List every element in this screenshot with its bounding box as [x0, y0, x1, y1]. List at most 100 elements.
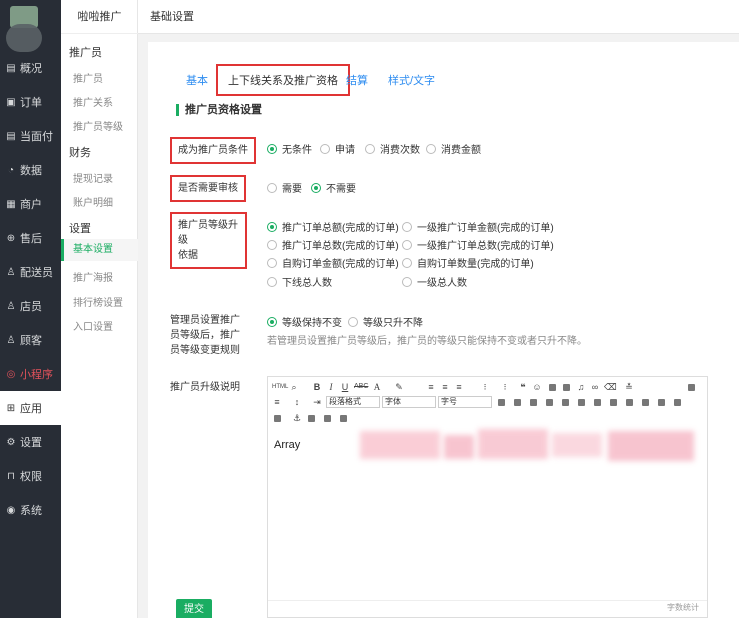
- radio-upgrade-order-total[interactable]: 推广订单总额(完成的订单): [267, 219, 399, 234]
- apps-icon: ⊞: [6, 402, 16, 414]
- ordered-list-icon[interactable]: ⁝: [480, 382, 490, 392]
- align-center-icon[interactable]: ≡: [440, 382, 450, 392]
- sidebar-item-order[interactable]: ▣ 订单: [0, 85, 61, 119]
- subnav-item-entry[interactable]: 入口设置: [73, 318, 113, 333]
- radio-upgrade-l1-order-amount[interactable]: 一级推广订单金额(完成的订单): [402, 219, 554, 234]
- sidebar-item-aftersale[interactable]: ⊕ 售后: [0, 221, 61, 255]
- subnav-item-promoters[interactable]: 推广员: [73, 70, 103, 85]
- radio-level-keep[interactable]: 等级保持不变: [267, 314, 342, 329]
- description-label: 推广员升级说明: [170, 382, 240, 393]
- quote-icon[interactable]: ❝: [518, 382, 528, 392]
- courier-icon: ♙: [6, 266, 16, 278]
- tab-basic[interactable]: 基本: [186, 72, 208, 88]
- plugin-title: 啦啦推广: [61, 0, 138, 34]
- radio-upgrade-self-count[interactable]: 自购订单数量(完成的订单): [402, 255, 534, 270]
- preview-icon[interactable]: ⌕: [289, 382, 299, 392]
- insert-col-icon[interactable]: [530, 399, 537, 406]
- media-icon[interactable]: [563, 384, 570, 391]
- radio-upgrade-order-count[interactable]: 推广订单总数(完成的订单): [267, 237, 399, 252]
- emoji-icon[interactable]: ☺: [532, 382, 542, 392]
- template-icon[interactable]: [308, 415, 315, 422]
- subnav-item-leaderboard[interactable]: 排行榜设置: [73, 294, 123, 309]
- radio-upgrade-l1-total[interactable]: 一级总人数: [402, 274, 467, 289]
- row-spacing-icon[interactable]: ↕: [292, 397, 302, 407]
- subnav-item-levels[interactable]: 推广员等级: [73, 118, 123, 133]
- sidebar-item-data[interactable]: ◔ 数据: [0, 153, 61, 187]
- tab-style-text[interactable]: 样式/文字: [388, 72, 435, 88]
- rich-text-editor[interactable]: HTML ⌕ B I U ABC A ✎ ≡ ≡ ≡ ⁝ ⁝ ❝ ☺ ♫ ∞ ⌫: [267, 376, 708, 618]
- unordered-list-icon[interactable]: ⁝: [500, 382, 510, 392]
- tab-settlement[interactable]: 结算: [346, 72, 368, 88]
- insert-row-icon[interactable]: [514, 399, 521, 406]
- merge-down-icon[interactable]: [626, 399, 633, 406]
- subnav-item-withdrawals[interactable]: 提现记录: [73, 170, 113, 185]
- bold-icon[interactable]: B: [312, 382, 322, 392]
- merge-cells-icon[interactable]: [578, 399, 585, 406]
- delete-row-icon[interactable]: [546, 399, 553, 406]
- sidebar-item-settings[interactable]: ⚙ 设置: [0, 425, 61, 459]
- admin-rule-label-line2: 员等级后，推广: [170, 330, 240, 341]
- radio-level-up-only[interactable]: 等级只升不降: [348, 314, 423, 329]
- radio-purchase-count[interactable]: 消费次数: [365, 141, 420, 156]
- underline-icon[interactable]: U: [340, 382, 350, 392]
- align-left-icon[interactable]: ≡: [426, 382, 436, 392]
- sidebar-item-customer[interactable]: ♙ 顾客: [0, 323, 61, 357]
- radio-upgrade-downline-total[interactable]: 下线总人数: [267, 274, 332, 289]
- subnav-item-poster[interactable]: 推广海报: [73, 269, 113, 284]
- sidebar-item-store[interactable]: ▦ 商户: [0, 187, 61, 221]
- redacted-area: [360, 429, 700, 465]
- radio-upgrade-l1-order-count[interactable]: 一级推广订单总数(完成的订单): [402, 237, 554, 252]
- paragraph-format-select[interactable]: 段落格式: [326, 396, 380, 408]
- tab-relations-eligibility[interactable]: 上下线关系及推广资格: [216, 64, 350, 96]
- sidebar-item-pay[interactable]: ▤ 当面付: [0, 119, 61, 153]
- char-map-icon[interactable]: [274, 415, 281, 422]
- link-icon[interactable]: ∞: [590, 382, 600, 392]
- sidebar-item-courier[interactable]: ♙ 配送员: [0, 255, 61, 289]
- permission-icon: ⊓: [7, 470, 15, 482]
- anchor-icon[interactable]: ⚓: [292, 413, 302, 423]
- subnav-item-basic-settings[interactable]: 基本设置: [61, 239, 138, 261]
- sidebar-item-permission[interactable]: ⊓ 权限: [0, 459, 61, 493]
- font-color-icon[interactable]: A: [372, 382, 382, 392]
- radio-apply[interactable]: 申请: [320, 141, 355, 156]
- subnav-item-relations[interactable]: 推广关系: [73, 94, 113, 109]
- radio-upgrade-self-amount[interactable]: 自购订单金额(完成的订单): [267, 255, 399, 270]
- radio-review-required[interactable]: 需要: [267, 180, 302, 195]
- font-family-select[interactable]: 字体: [382, 396, 436, 408]
- subnav-item-account-details[interactable]: 账户明细: [73, 194, 113, 209]
- eraser-icon[interactable]: ⌫: [604, 382, 617, 392]
- font-size-select[interactable]: 字号: [438, 396, 492, 408]
- indent-icon[interactable]: ⇥: [312, 397, 322, 407]
- sidebar-item-system[interactable]: ◉ 系统: [0, 493, 61, 527]
- radio-no-condition[interactable]: 无条件: [267, 141, 312, 156]
- sidebar-item-miniprogram[interactable]: ◎ 小程序: [0, 357, 61, 391]
- print-icon[interactable]: [324, 415, 331, 422]
- paragraph-spacing-icon[interactable]: ≡: [272, 397, 282, 407]
- sidebar-item-clerk[interactable]: ♙ 店员: [0, 289, 61, 323]
- merge-right-icon[interactable]: [610, 399, 617, 406]
- sidebar-item-apps[interactable]: ⊞ 应用: [0, 391, 61, 425]
- html-source-icon[interactable]: HTML: [272, 382, 288, 392]
- italic-icon[interactable]: I: [326, 382, 336, 392]
- split-cols-icon[interactable]: [658, 399, 665, 406]
- align-right-icon[interactable]: ≡: [454, 382, 464, 392]
- delete-col-icon[interactable]: [562, 399, 569, 406]
- split-cells-icon[interactable]: [594, 399, 601, 406]
- line-spacing-icon[interactable]: ≛: [624, 382, 634, 392]
- image-icon[interactable]: [549, 384, 556, 391]
- delete-table-icon[interactable]: [674, 399, 681, 406]
- search-replace-icon[interactable]: [340, 415, 347, 422]
- primary-sidebar: ▤ 概况 ▣ 订单 ▤ 当面付 ◔ 数据 ▦ 商户 ⊕ 售后 ♙ 配送员 ♙ 店员 ♙ 顾客 ◎ 小程序 ⊞ 应用 ⚙ 设置 ⊓…: [0, 0, 61, 618]
- strikethrough-icon[interactable]: ABC: [354, 382, 368, 392]
- highlight-icon[interactable]: ✎: [394, 382, 404, 392]
- fullscreen-icon[interactable]: [688, 384, 695, 391]
- logo: [6, 6, 42, 52]
- table-icon[interactable]: [498, 399, 505, 406]
- editor-content[interactable]: Array: [274, 439, 300, 451]
- radio-purchase-amount[interactable]: 消费金额: [426, 141, 481, 156]
- split-rows-icon[interactable]: [642, 399, 649, 406]
- radio-review-not-required[interactable]: 不需要: [311, 180, 356, 195]
- submit-button[interactable]: 提交: [176, 599, 212, 618]
- sidebar-item-overview[interactable]: ▤ 概况: [0, 51, 61, 85]
- music-icon[interactable]: ♫: [576, 382, 586, 392]
